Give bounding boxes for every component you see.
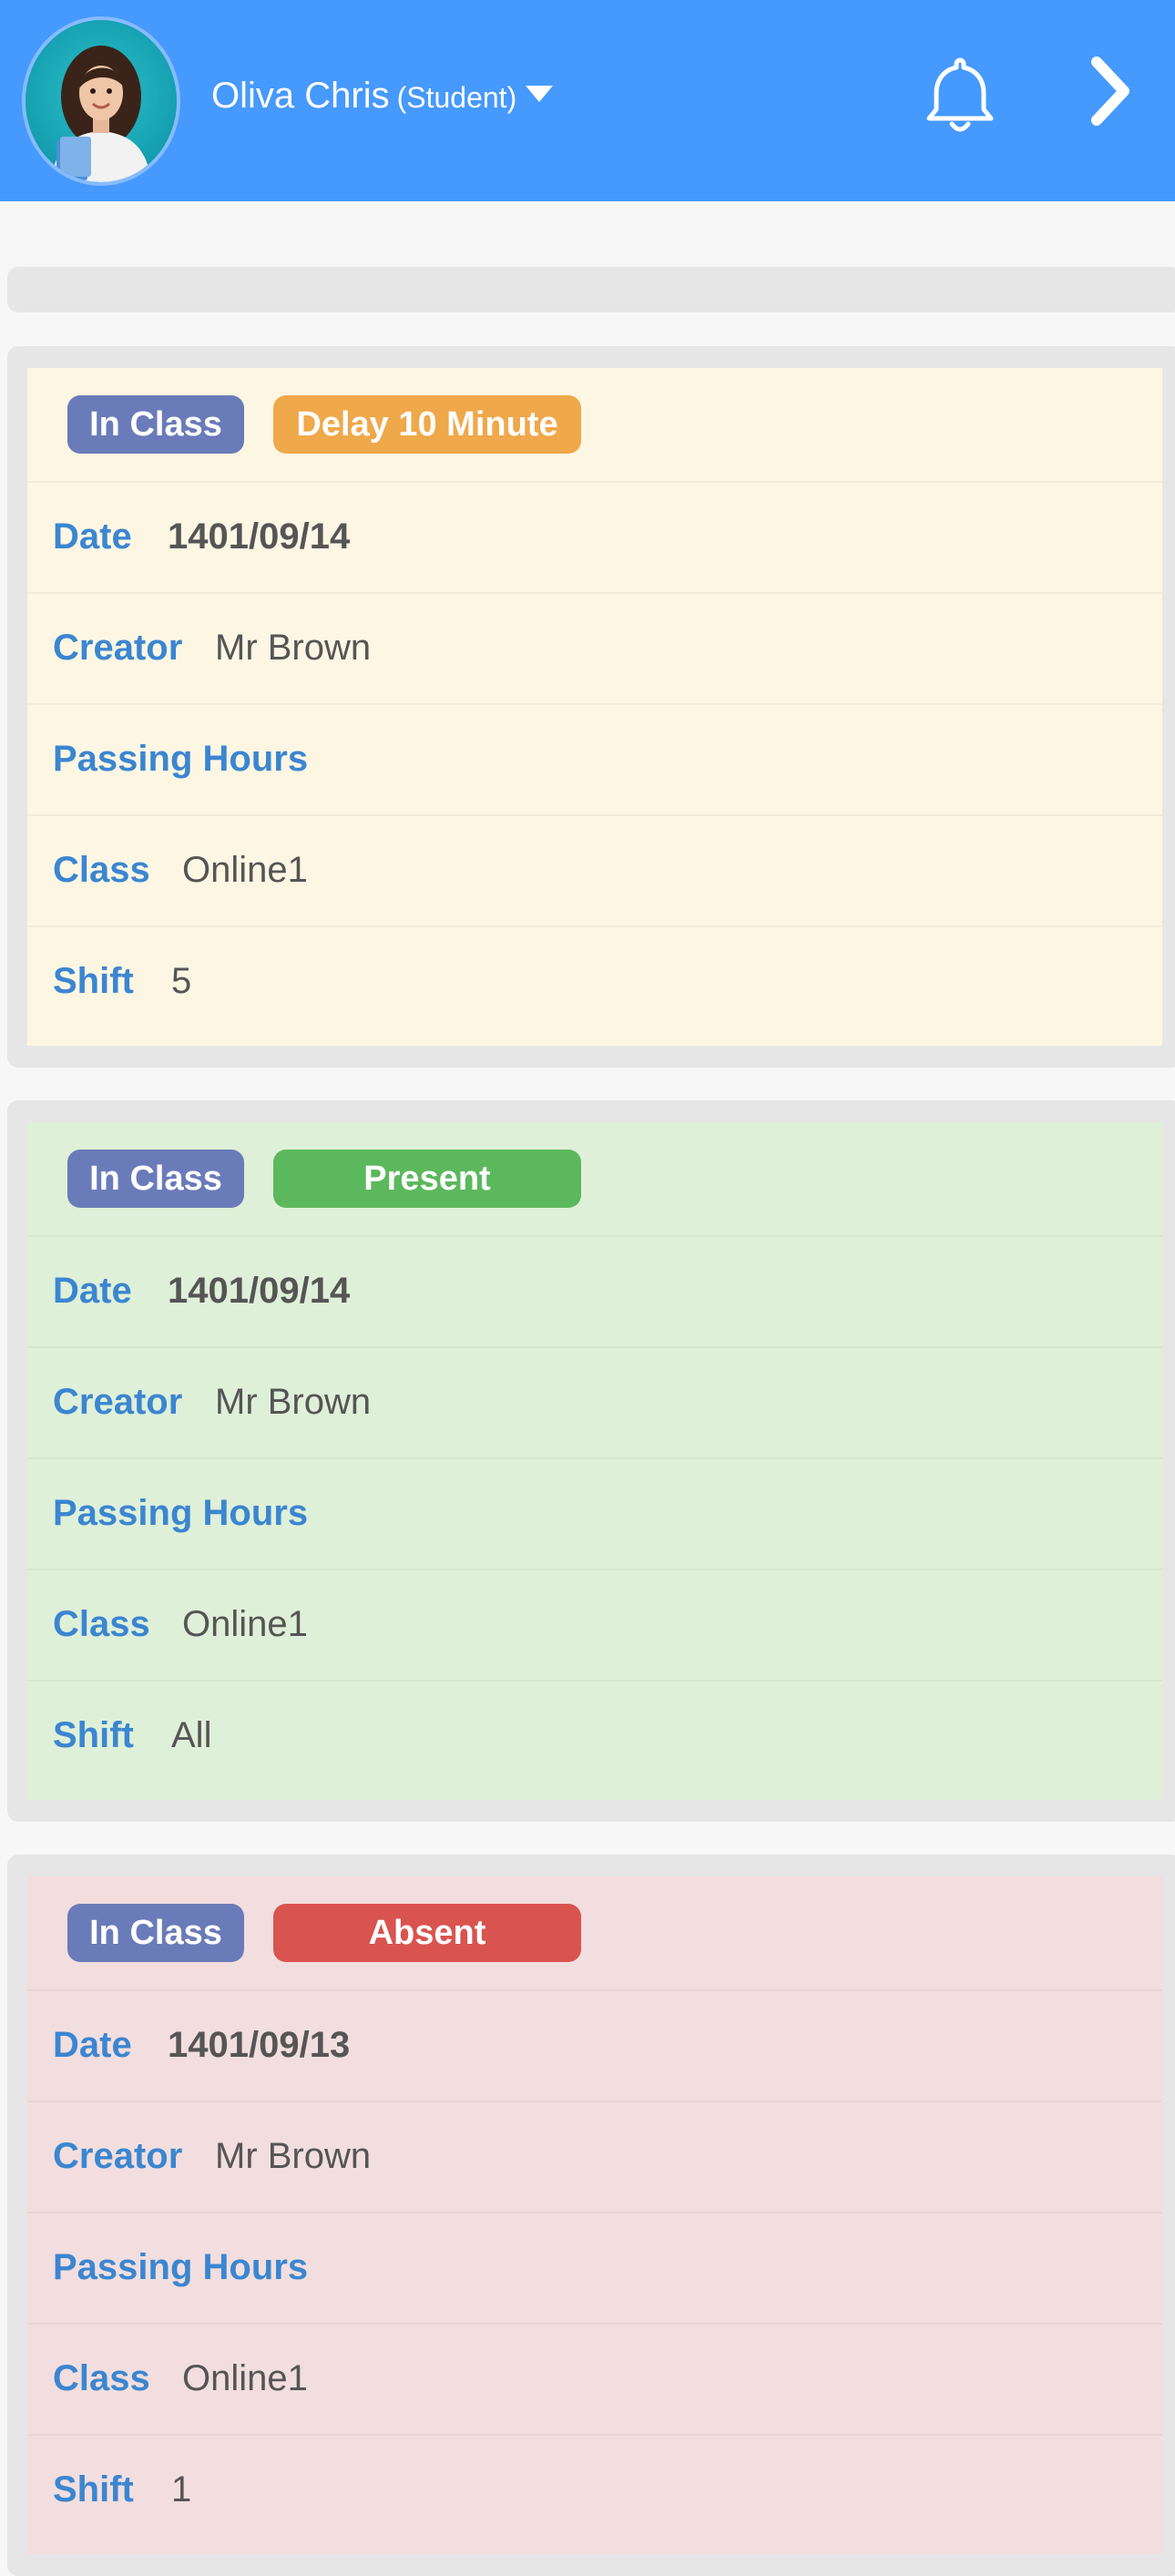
class-value: Online1 xyxy=(182,2358,308,2398)
shift-label: Shift xyxy=(53,2469,134,2510)
creator-value: Mr Brown xyxy=(215,2136,372,2176)
type-badge: In Class xyxy=(67,1904,244,1962)
badge-row: In Class Delay 10 Minute xyxy=(27,368,1162,483)
class-label: Class xyxy=(53,850,150,890)
class-label: Class xyxy=(53,2358,150,2398)
creator-row: Creator Mr Brown xyxy=(27,2101,1162,2213)
attendance-card-body[interactable]: In Class Present Date 1401/09/14 Creator… xyxy=(27,1122,1162,1800)
date-label: Date xyxy=(53,516,132,557)
passing-hours-label: Passing Hours xyxy=(53,2247,309,2287)
date-value: 1401/09/14 xyxy=(168,516,351,557)
class-row: Class Online1 xyxy=(27,1569,1162,1682)
date-row: Date 1401/09/13 xyxy=(27,1989,1162,2102)
avatar[interactable] xyxy=(26,20,177,182)
class-value: Online1 xyxy=(182,1604,308,1644)
creator-label: Creator xyxy=(53,628,183,668)
student-avatar-icon xyxy=(51,46,151,182)
chevron-right-icon[interactable] xyxy=(1084,53,1139,129)
date-label: Date xyxy=(53,2025,132,2065)
badge-row: In Class Absent xyxy=(27,1876,1162,1991)
user-menu-toggle[interactable]: Oliva Chris (Student) xyxy=(211,73,554,120)
creator-label: Creator xyxy=(53,2136,183,2176)
creator-value: Mr Brown xyxy=(215,1382,372,1422)
shift-row: Shift 1 xyxy=(27,2434,1162,2545)
status-badge: Delay 10 Minute xyxy=(273,395,581,454)
badge-row: In Class Present xyxy=(27,1122,1162,1237)
type-badge: In Class xyxy=(67,1150,244,1208)
passing-hours-label: Passing Hours xyxy=(53,739,309,779)
shift-value: 1 xyxy=(171,2469,192,2510)
caret-down-icon xyxy=(526,86,554,102)
attendance-card: In Class Delay 10 Minute Date 1401/09/14… xyxy=(7,346,1175,1068)
shift-value: All xyxy=(171,1715,212,1755)
date-row: Date 1401/09/14 xyxy=(27,1235,1162,1348)
date-value: 1401/09/13 xyxy=(168,2025,351,2065)
type-badge: In Class xyxy=(67,395,244,454)
creator-label: Creator xyxy=(53,1382,183,1422)
creator-row: Creator Mr Brown xyxy=(27,592,1162,705)
class-label: Class xyxy=(53,1604,150,1644)
shift-label: Shift xyxy=(53,1715,134,1755)
status-badge: Absent xyxy=(273,1904,581,1962)
shift-label: Shift xyxy=(53,961,134,1001)
passing-hours-row: Passing Hours xyxy=(27,2212,1162,2325)
shift-row: Shift All xyxy=(27,1680,1162,1791)
date-value: 1401/09/14 xyxy=(168,1271,351,1311)
attendance-card-body[interactable]: In Class Absent Date 1401/09/13 Creator … xyxy=(27,1876,1162,2554)
attendance-card: In Class Present Date 1401/09/14 Creator… xyxy=(7,1100,1175,1822)
creator-value: Mr Brown xyxy=(215,628,372,668)
bell-icon[interactable] xyxy=(924,55,996,137)
passing-hours-row: Passing Hours xyxy=(27,703,1162,816)
shift-value: 5 xyxy=(171,961,192,1001)
filter-bar[interactable] xyxy=(7,267,1175,312)
attendance-card-body[interactable]: In Class Delay 10 Minute Date 1401/09/14… xyxy=(27,368,1162,1046)
creator-row: Creator Mr Brown xyxy=(27,1346,1162,1459)
shift-row: Shift 5 xyxy=(27,925,1162,1037)
class-row: Class Online1 xyxy=(27,2323,1162,2436)
class-value: Online1 xyxy=(182,850,308,890)
user-name: Oliva Chris xyxy=(211,76,390,116)
user-role: (Student) xyxy=(396,81,517,114)
status-badge: Present xyxy=(273,1150,581,1208)
date-row: Date 1401/09/14 xyxy=(27,481,1162,594)
passing-hours-label: Passing Hours xyxy=(53,1493,309,1533)
date-label: Date xyxy=(53,1271,132,1311)
app-header: Oliva Chris (Student) xyxy=(0,0,1175,201)
attendance-card: In Class Absent Date 1401/09/13 Creator … xyxy=(7,1855,1175,2576)
class-row: Class Online1 xyxy=(27,814,1162,927)
passing-hours-row: Passing Hours xyxy=(27,1457,1162,1570)
